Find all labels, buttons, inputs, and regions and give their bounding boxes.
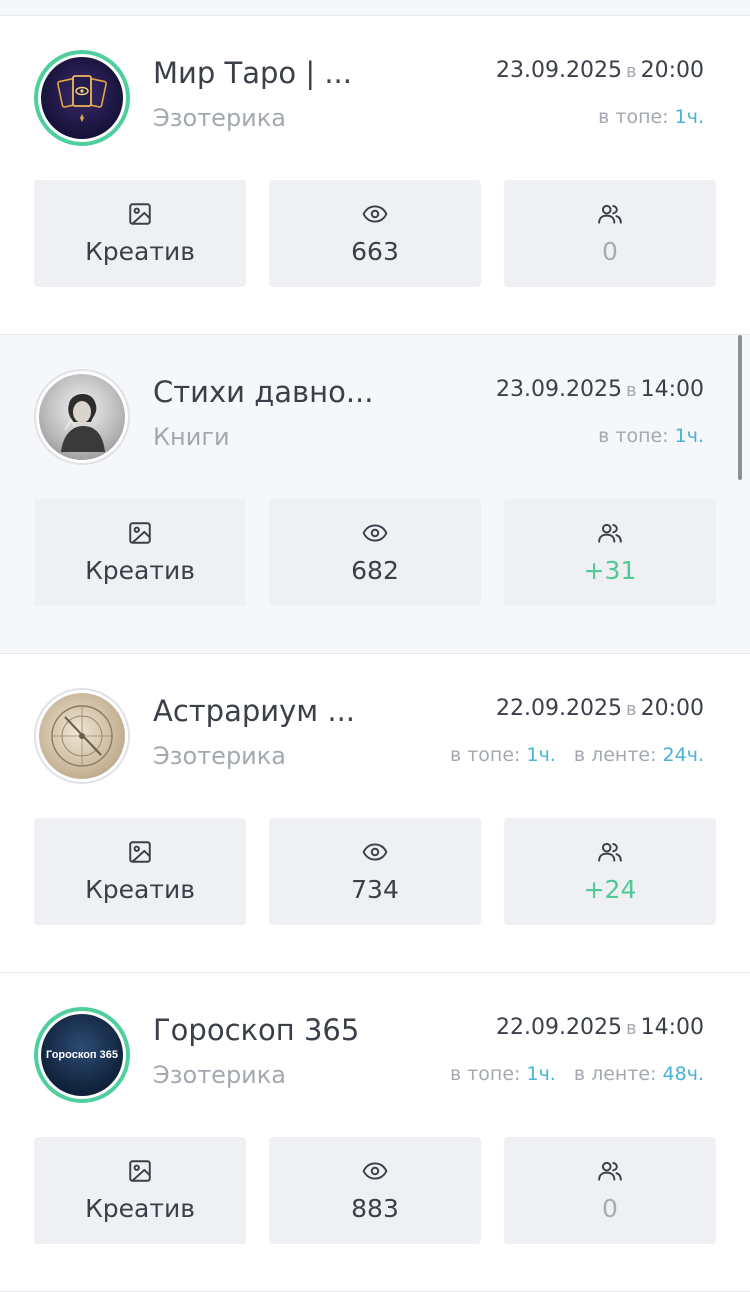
top-duration: 1ч. xyxy=(674,106,704,128)
placement-info: в топе: 1ч. в ленте: 48ч. xyxy=(450,1063,704,1085)
post-date: 23.09.2025 xyxy=(496,58,622,83)
channel-name[interactable]: Астрариум ... xyxy=(153,694,355,728)
views-tile: 734 xyxy=(269,818,481,925)
channel-card[interactable]: Мир Таро | ... Эзотерика 23.09.2025 в 20:0… xyxy=(0,16,750,335)
top-divider-strip xyxy=(0,0,750,16)
top-label: в топе: xyxy=(598,106,669,128)
eye-icon xyxy=(362,524,388,542)
post-date: 22.09.2025 xyxy=(496,696,622,721)
post-date: 22.09.2025 xyxy=(496,1015,622,1040)
views-count: 734 xyxy=(351,875,399,904)
channel-category: Эзотерика xyxy=(153,1061,286,1089)
post-datetime: 23.09.2025 в 20:00 xyxy=(496,58,704,83)
stats-row: Креатив 734 +24 xyxy=(34,818,716,925)
date-separator: в xyxy=(625,699,637,720)
channel-name[interactable]: Стихи давно... xyxy=(153,375,374,409)
creative-button[interactable]: Креатив xyxy=(34,499,246,606)
placement-info: в топе: 1ч. xyxy=(598,106,704,128)
views-tile: 883 xyxy=(269,1137,481,1244)
channel-card[interactable]: Астрариум ... Эзотерика 22.09.2025 в 20:00… xyxy=(0,654,750,973)
subscribers-tile: +24 xyxy=(504,818,716,925)
stats-row: Креатив 663 0 xyxy=(34,180,716,287)
post-time: 14:00 xyxy=(640,1015,704,1040)
channel-card[interactable]: Стихи давно... Книги 23.09.2025 в 14:00 в … xyxy=(0,335,750,654)
eye-icon xyxy=(362,1162,388,1180)
image-icon xyxy=(129,1160,151,1182)
placement-info: в топе: 1ч. xyxy=(598,425,704,447)
tarot-avatar-image xyxy=(41,57,123,139)
creative-button[interactable]: Креатив xyxy=(34,818,246,925)
creative-label: Креатив xyxy=(85,237,195,266)
post-time: 20:00 xyxy=(640,696,704,721)
feed-label: в ленте: xyxy=(573,1063,657,1085)
stats-row: Креатив 682 +31 xyxy=(34,499,716,606)
astrolabe-avatar-image xyxy=(39,693,125,779)
channel-avatar[interactable]: Гороскоп 365 xyxy=(34,1007,130,1103)
channel-avatar[interactable] xyxy=(34,50,130,146)
date-separator: в xyxy=(625,1018,637,1039)
channel-name[interactable]: Мир Таро | ... xyxy=(153,56,352,90)
top-label: в топе: xyxy=(598,425,669,447)
feed-duration: 24ч. xyxy=(662,744,704,766)
channel-name[interactable]: Гороскоп 365 xyxy=(153,1013,359,1047)
channel-card[interactable]: Гороскоп 365 Гороскоп 365 Эзотерика 22.0… xyxy=(0,973,750,1292)
creative-button[interactable]: Креатив xyxy=(34,1137,246,1244)
creative-label: Креатив xyxy=(85,875,195,904)
stats-row: Креатив 883 0 xyxy=(34,1137,716,1244)
post-datetime: 22.09.2025 в 14:00 xyxy=(496,1015,704,1040)
image-icon xyxy=(129,841,151,863)
post-time: 20:00 xyxy=(640,58,704,83)
eye-icon xyxy=(362,843,388,861)
users-icon xyxy=(598,1161,622,1181)
channel-avatar[interactable] xyxy=(34,688,130,784)
views-count: 663 xyxy=(351,237,399,266)
image-icon xyxy=(129,522,151,544)
channel-avatar[interactable] xyxy=(34,369,130,465)
date-separator: в xyxy=(625,61,637,82)
poetry-avatar-image xyxy=(39,374,125,460)
views-tile: 682 xyxy=(269,499,481,606)
eye-icon xyxy=(362,205,388,223)
users-icon xyxy=(598,523,622,543)
views-count: 883 xyxy=(351,1194,399,1223)
subscribers-tile: +31 xyxy=(504,499,716,606)
image-icon xyxy=(129,203,151,225)
horoscope-avatar-image: Гороскоп 365 xyxy=(41,1014,123,1096)
subscribers-count: +24 xyxy=(583,875,637,904)
views-tile: 663 xyxy=(269,180,481,287)
post-date: 23.09.2025 xyxy=(496,377,622,402)
top-duration: 1ч. xyxy=(526,744,556,766)
channel-category: Эзотерика xyxy=(153,104,286,132)
top-label: в топе: xyxy=(449,1063,521,1085)
creative-button[interactable]: Креатив xyxy=(34,180,246,287)
top-label: в топе: xyxy=(449,744,521,766)
avatar-logo-text: Гороскоп 365 xyxy=(46,1049,118,1061)
channel-feed: Мир Таро | ... Эзотерика 23.09.2025 в 20:0… xyxy=(0,16,750,1292)
users-icon xyxy=(598,204,622,224)
date-separator: в xyxy=(625,380,637,401)
feed-label: в ленте: xyxy=(573,744,657,766)
post-time: 14:00 xyxy=(640,377,704,402)
feed-duration: 48ч. xyxy=(662,1063,704,1085)
top-duration: 1ч. xyxy=(526,1063,556,1085)
users-icon xyxy=(598,842,622,862)
channel-category: Эзотерика xyxy=(153,742,286,770)
creative-label: Креатив xyxy=(85,556,195,585)
views-count: 682 xyxy=(351,556,399,585)
scrollbar[interactable] xyxy=(738,335,742,480)
subscribers-tile: 0 xyxy=(504,1137,716,1244)
post-datetime: 23.09.2025 в 14:00 xyxy=(496,377,704,402)
placement-info: в топе: 1ч. в ленте: 24ч. xyxy=(450,744,704,766)
subscribers-tile: 0 xyxy=(504,180,716,287)
subscribers-count: +31 xyxy=(583,556,637,585)
post-datetime: 22.09.2025 в 20:00 xyxy=(496,696,704,721)
subscribers-count: 0 xyxy=(602,237,618,266)
subscribers-count: 0 xyxy=(602,1194,618,1223)
creative-label: Креатив xyxy=(85,1194,195,1223)
channel-category: Книги xyxy=(153,423,230,451)
top-duration: 1ч. xyxy=(674,425,704,447)
